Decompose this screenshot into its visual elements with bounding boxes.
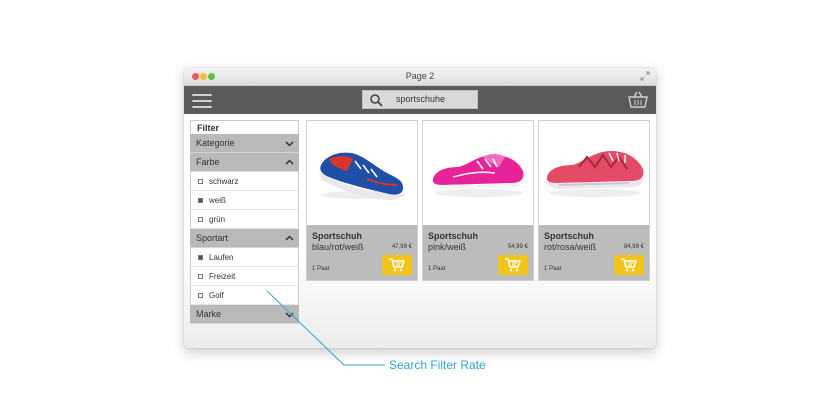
- annotation-leader-line: [266, 290, 385, 366]
- canvas: Page 2 sportschuhe Filter Kategorie Farb…: [0, 0, 840, 400]
- annotation-label: Search Filter Rate: [389, 358, 486, 372]
